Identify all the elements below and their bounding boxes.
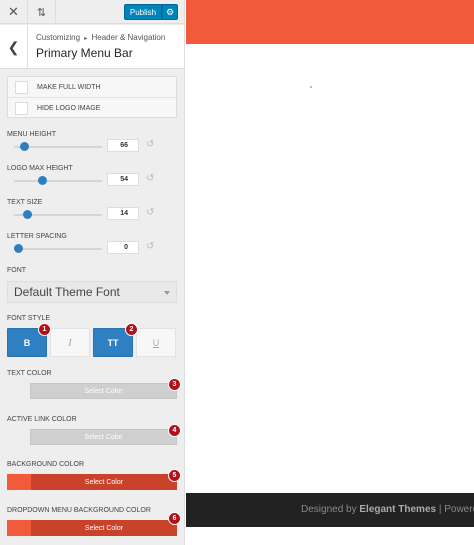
customizer-sidebar: ✕ ⇅ Publish ⚙ ❮ Customizing ▸ Header & N… [0, 0, 185, 545]
close-button[interactable]: ✕ [0, 0, 28, 24]
chevron-left-icon: ❮ [7, 38, 20, 55]
logo-max-height-slider-thumb[interactable] [38, 176, 48, 185]
hide-logo-option[interactable]: HIDE LOGO IMAGE [8, 98, 178, 119]
dropdown-bg-color-swatch[interactable] [7, 520, 31, 536]
italic-button[interactable]: I [50, 328, 90, 357]
footer-credits: Designed by Elegant Themes | Powered [301, 504, 474, 515]
menu-height-slider-thumb[interactable] [20, 142, 30, 151]
footer-brand-link[interactable]: Elegant Themes [359, 504, 436, 515]
letter-spacing-reset-icon[interactable]: ↺ [146, 242, 156, 252]
chevron-down-icon [164, 291, 170, 295]
breadcrumb-separator: ▸ [84, 36, 88, 42]
full-width-option[interactable]: MAKE FULL WIDTH [8, 77, 178, 98]
active-link-color-label: ACTIVE LINK COLOR [7, 416, 77, 423]
dropdown-bg-color-button[interactable]: Select Color [31, 520, 177, 536]
font-style-label: FONT STYLE [7, 315, 51, 322]
hide-logo-label: HIDE LOGO IMAGE [37, 105, 101, 112]
annotation-marker-5: 5 [168, 469, 181, 482]
settings-button[interactable]: ⚙ [162, 4, 178, 20]
underline-button[interactable]: U [136, 328, 176, 357]
breadcrumb-parent: Customizing [36, 33, 81, 42]
text-color-button[interactable]: Select Color [30, 383, 177, 399]
back-button[interactable]: ❮ [0, 25, 28, 69]
site-preview: Designed by Elegant Themes | Powered [186, 0, 474, 545]
text-color-label: TEXT COLOR [7, 370, 52, 377]
text-size-input[interactable]: 14 [107, 207, 139, 220]
letter-spacing-slider-track[interactable] [14, 248, 102, 250]
close-icon: ✕ [8, 4, 19, 19]
annotation-marker-6: 6 [168, 512, 181, 525]
text-size-label: TEXT SIZE [7, 199, 43, 206]
letter-spacing-label: LETTER SPACING [7, 233, 67, 240]
annotation-marker-1: 1 [38, 323, 51, 336]
breadcrumb: Customizing ▸ Header & Navigation [36, 33, 165, 42]
annotation-marker-2: 2 [125, 323, 138, 336]
menu-height-input[interactable]: 66 [107, 139, 139, 152]
primary-menu-bar [186, 0, 474, 44]
arrows-up-down-icon: ⇅ [36, 6, 47, 19]
annotation-marker-3: 3 [168, 378, 181, 391]
publish-button[interactable]: Publish [124, 4, 162, 20]
options-checkbox-group: MAKE FULL WIDTH HIDE LOGO IMAGE [7, 76, 178, 119]
dropdown-bg-color-label: DROPDOWN MENU BACKGROUND COLOR [7, 507, 151, 514]
text-size-reset-icon[interactable]: ↺ [146, 208, 156, 218]
font-label: FONT [7, 267, 27, 274]
logo-max-height-reset-icon[interactable]: ↺ [146, 174, 156, 184]
background-color-label: BACKGROUND COLOR [7, 461, 85, 468]
reorder-button[interactable]: ⇅ [28, 0, 56, 24]
section-header: ❮ Customizing ▸ Header & Navigation Prim… [0, 25, 184, 69]
logo-max-height-label: LOGO MAX HEIGHT [7, 165, 73, 172]
page-title: Primary Menu Bar [36, 46, 133, 60]
logo-max-height-input[interactable]: 54 [107, 173, 139, 186]
full-width-checkbox[interactable] [15, 80, 28, 94]
letter-spacing-input[interactable]: 0 [107, 241, 139, 254]
preview-dot [310, 86, 312, 88]
customizer-topbar: ✕ ⇅ Publish ⚙ [0, 0, 184, 24]
gear-icon: ⚙ [165, 6, 175, 17]
footer-rest: | Powered [438, 504, 474, 515]
footer-prefix: Designed by [301, 504, 357, 515]
logo-max-height-slider-track[interactable] [14, 180, 102, 182]
site-footer: Designed by Elegant Themes | Powered [186, 493, 474, 527]
breadcrumb-section: Header & Navigation [91, 33, 166, 42]
annotation-marker-4: 4 [168, 424, 181, 437]
font-select-value: Default Theme Font [14, 285, 120, 299]
text-size-slider-thumb[interactable] [23, 210, 33, 219]
active-link-color-button[interactable]: Select Color [30, 429, 177, 445]
background-color-button[interactable]: Select Color [31, 474, 177, 490]
letter-spacing-slider-thumb[interactable] [14, 244, 23, 253]
font-select[interactable]: Default Theme Font [7, 281, 177, 303]
hide-logo-checkbox[interactable] [15, 102, 28, 115]
background-color-swatch[interactable] [7, 474, 31, 490]
full-width-label: MAKE FULL WIDTH [37, 83, 101, 91]
menu-height-label: MENU HEIGHT [7, 131, 56, 138]
menu-height-reset-icon[interactable]: ↺ [146, 140, 156, 150]
